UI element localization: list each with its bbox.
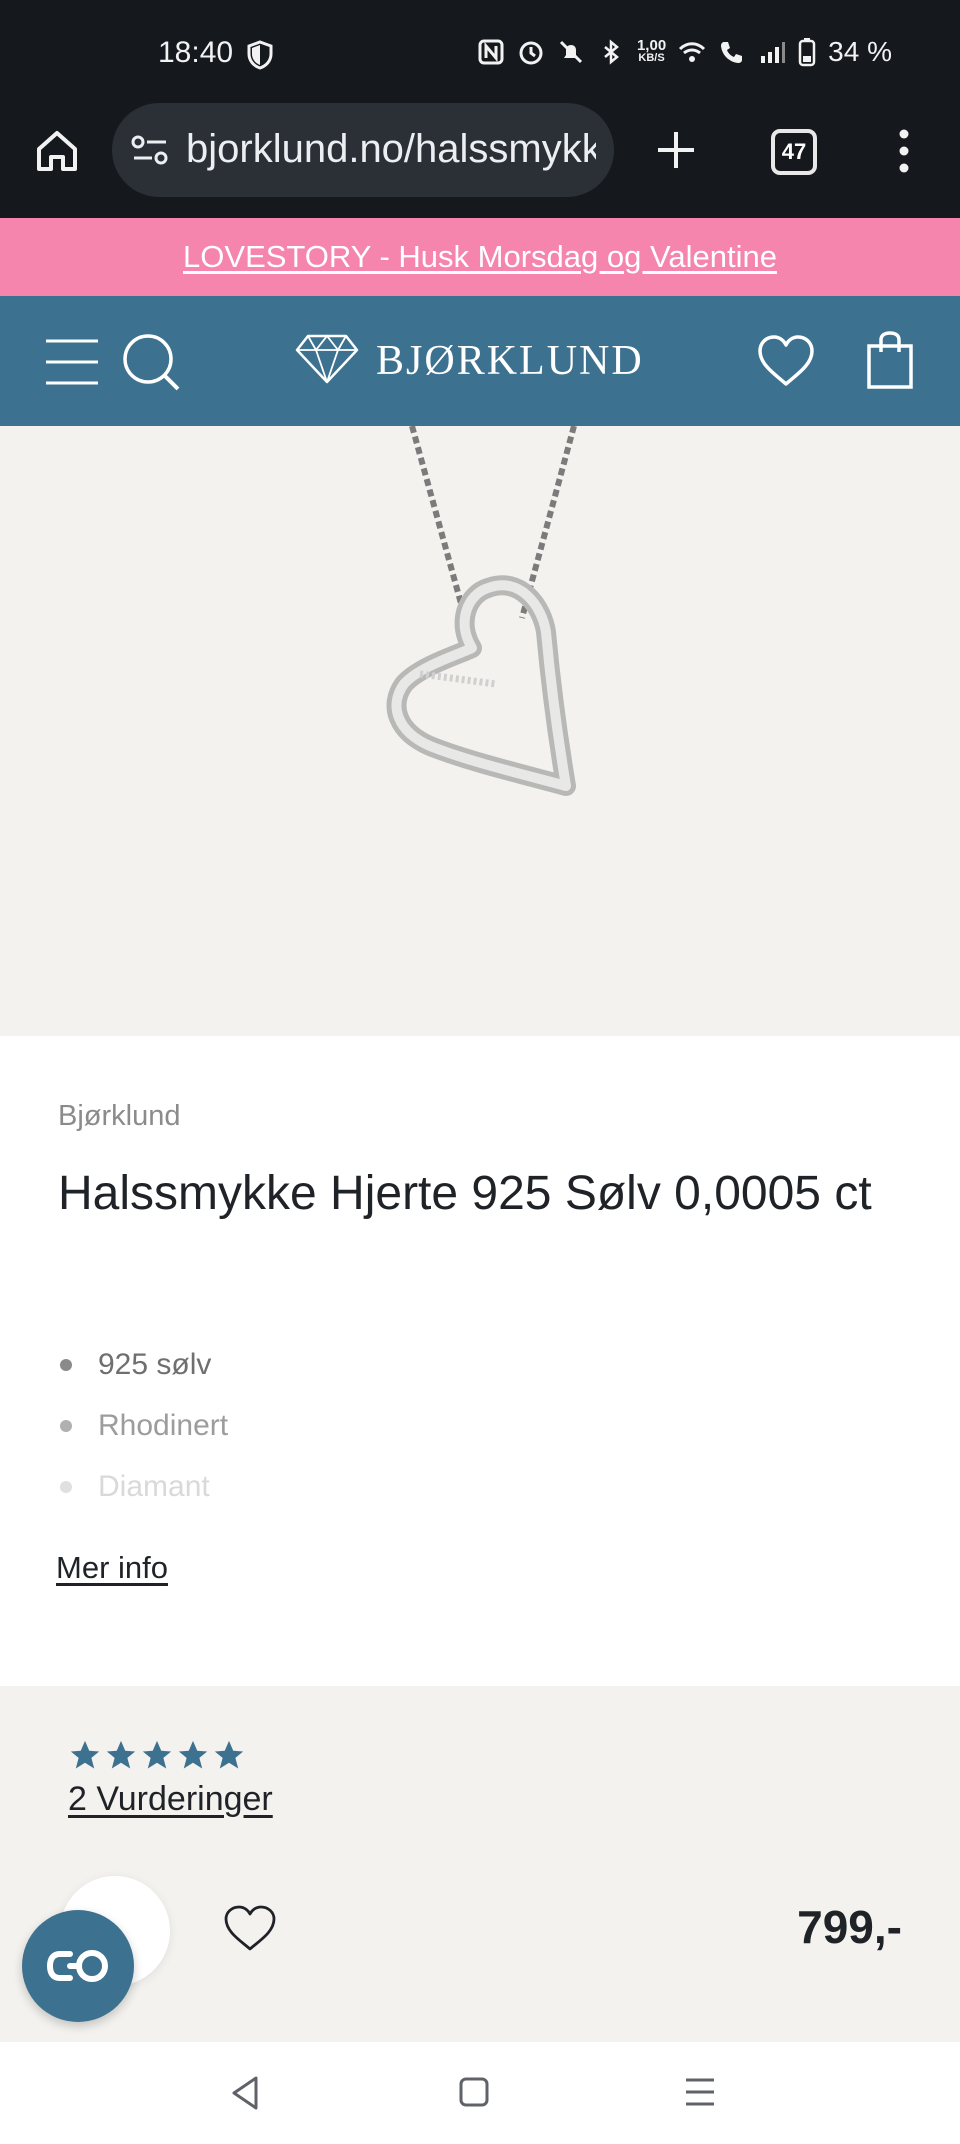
home-icon[interactable] bbox=[33, 127, 81, 175]
star-icon bbox=[214, 1740, 244, 1769]
signal-icon bbox=[761, 42, 786, 63]
alarm-icon bbox=[519, 41, 543, 65]
heart-pendant-image bbox=[386, 426, 577, 796]
star-icon bbox=[70, 1740, 100, 1769]
star-icon bbox=[142, 1740, 172, 1769]
more-menu-icon[interactable] bbox=[896, 128, 912, 174]
promo-link[interactable]: LOVESTORY - Husk Morsdag og Valentine bbox=[183, 239, 777, 274]
brand-logo-text[interactable]: BJØRKLUND bbox=[376, 337, 644, 385]
bluetooth-icon bbox=[604, 39, 619, 65]
search-icon[interactable] bbox=[120, 331, 182, 393]
feature-label: Rhodinert bbox=[98, 1409, 229, 1442]
battery-level: 34 % bbox=[828, 36, 892, 67]
shopping-bag-icon[interactable] bbox=[866, 330, 914, 390]
add-to-wishlist-heart-icon[interactable] bbox=[222, 1903, 278, 1953]
bullet-dot bbox=[60, 1359, 72, 1371]
home-square-icon[interactable] bbox=[456, 2074, 492, 2110]
more-info-link[interactable]: Mer info bbox=[56, 1550, 168, 1586]
nfc-icon bbox=[478, 39, 504, 65]
feature-label: Diamant bbox=[98, 1470, 210, 1503]
rating-stars[interactable] bbox=[68, 1738, 246, 1772]
bullet-dot bbox=[60, 1420, 72, 1432]
battery-icon bbox=[798, 38, 816, 67]
status-time: 18:40 bbox=[158, 36, 234, 69]
chat-icon bbox=[46, 1950, 108, 1982]
wifi-icon bbox=[679, 42, 706, 62]
product-image[interactable] bbox=[0, 426, 960, 1036]
product-price: 799,- bbox=[797, 1901, 902, 1953]
recent-apps-icon[interactable] bbox=[682, 2074, 718, 2110]
new-tab-icon[interactable] bbox=[654, 128, 698, 172]
feature-label: 925 sølv bbox=[98, 1348, 212, 1381]
site-settings-icon[interactable] bbox=[130, 133, 170, 167]
status-icons: 1,00 KB/S 34 % bbox=[477, 36, 892, 68]
product-title: Halssmykke Hjerte 925 Sølv 0,0005 ct bbox=[58, 1167, 872, 1220]
product-brand: Bjørklund bbox=[58, 1100, 181, 1132]
star-icon bbox=[106, 1740, 136, 1769]
reviews-link[interactable]: 2 Vurderinger bbox=[68, 1780, 273, 1819]
tab-switcher-button[interactable]: 47 bbox=[771, 129, 817, 175]
hamburger-menu-icon[interactable] bbox=[44, 337, 100, 387]
star-icon bbox=[178, 1740, 208, 1769]
network-speed-unit: KB/S bbox=[638, 52, 665, 64]
mute-icon bbox=[559, 40, 583, 64]
diamond-logo-icon[interactable] bbox=[294, 333, 360, 385]
url-text[interactable]: bjorklund.no/halssmykke-hjerte-925-solv bbox=[186, 127, 596, 172]
network-speed-value: 1,00 bbox=[636, 37, 667, 54]
promo-banner: LOVESTORY - Husk Morsdag og Valentine bbox=[0, 218, 960, 296]
network-speed: 1,00 KB/S bbox=[636, 37, 667, 65]
back-icon[interactable] bbox=[228, 2074, 262, 2112]
wishlist-heart-icon[interactable] bbox=[756, 334, 816, 388]
bullet-dot bbox=[60, 1481, 72, 1493]
feature-item: Rhodinert bbox=[60, 1409, 228, 1443]
feature-item: Diamant bbox=[60, 1470, 210, 1504]
shield-icon bbox=[247, 40, 273, 70]
feature-item: 925 sølv bbox=[60, 1348, 211, 1382]
wifi-call-icon bbox=[721, 42, 743, 63]
chat-button[interactable] bbox=[22, 1910, 134, 2022]
